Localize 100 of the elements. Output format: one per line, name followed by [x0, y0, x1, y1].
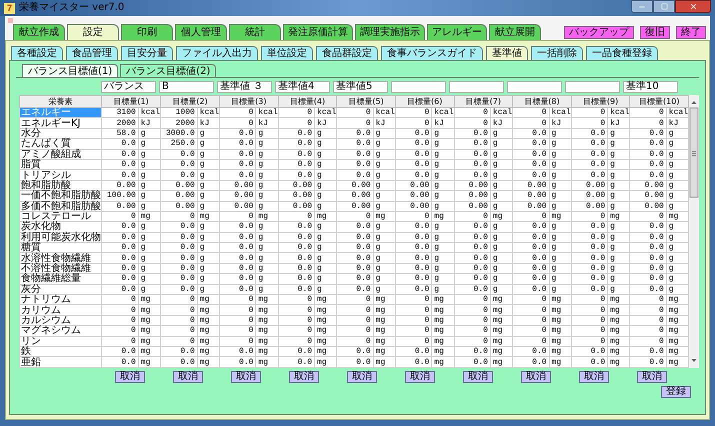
value-cell[interactable]: 0.0 — [278, 149, 315, 160]
value-cell[interactable]: 0.0 — [220, 252, 256, 264]
value-cell[interactable]: 0.0 — [278, 128, 315, 139]
value-cell[interactable]: 0 — [454, 336, 490, 346]
value-cell[interactable]: 0.0 — [160, 232, 198, 243]
value-cell[interactable]: 0 — [454, 118, 490, 128]
value-cell[interactable]: 0.0 — [512, 284, 550, 295]
value-cell[interactable]: 0.0 — [571, 159, 608, 170]
value-cell[interactable]: 0 — [220, 304, 256, 316]
main-tab[interactable]: アレルギー — [427, 24, 487, 40]
value-cell[interactable]: 0 — [630, 294, 666, 305]
value-cell[interactable]: 0.00 — [278, 201, 315, 212]
value-cell[interactable]: 0 — [454, 108, 490, 118]
value-cell[interactable]: 0.0 — [395, 170, 432, 180]
value-cell[interactable]: 0 — [102, 326, 138, 336]
value-cell[interactable]: 0.0 — [336, 274, 374, 284]
nutrient-cell[interactable]: 水分 — [20, 128, 102, 139]
value-cell[interactable]: 0.0 — [512, 138, 550, 150]
value-cell[interactable]: 100.00 — [102, 190, 138, 202]
value-cell[interactable]: 0.00 — [630, 190, 666, 202]
value-cell[interactable]: 0 — [336, 336, 374, 346]
nutrient-cell[interactable]: マグネシウム — [20, 326, 102, 336]
value-cell[interactable]: 0.0 — [278, 170, 315, 180]
value-cell[interactable]: 0 — [512, 315, 550, 326]
value-cell[interactable]: 0.0 — [571, 232, 608, 243]
main-tab[interactable]: 統計 — [229, 24, 281, 40]
value-cell[interactable]: 0.0 — [220, 356, 256, 368]
value-cell[interactable]: 0 — [336, 294, 374, 305]
value-cell[interactable]: 0.0 — [454, 356, 490, 368]
value-cell[interactable]: 0.00 — [454, 180, 490, 191]
cancel-button[interactable]: 取消 — [173, 371, 203, 383]
value-cell[interactable]: 0.0 — [630, 252, 666, 264]
value-cell[interactable]: 0.0 — [512, 274, 550, 284]
value-cell[interactable]: 0.00 — [512, 180, 550, 191]
name-field[interactable]: 基準値4 — [275, 81, 330, 93]
value-cell[interactable]: 0.0 — [102, 252, 138, 264]
value-cell[interactable]: 0.0 — [160, 222, 198, 232]
value-cell[interactable]: 0.0 — [512, 356, 550, 368]
value-cell[interactable]: 0.0 — [454, 274, 490, 284]
value-cell[interactable]: 0.0 — [630, 149, 666, 160]
value-cell[interactable]: 0 — [160, 211, 198, 222]
value-cell[interactable]: 0.00 — [336, 190, 374, 202]
value-cell[interactable]: 0.0 — [571, 170, 608, 180]
value-cell[interactable]: 0 — [512, 294, 550, 305]
value-cell[interactable]: 0.0 — [102, 346, 138, 357]
value-cell[interactable]: 0.0 — [571, 242, 608, 253]
value-cell[interactable]: 0.0 — [160, 274, 198, 284]
value-cell[interactable]: 0.00 — [630, 201, 666, 212]
value-cell[interactable]: 58.0 — [102, 128, 138, 139]
nutrient-cell[interactable]: 多価不飽和脂肪酸 — [20, 201, 102, 212]
value-cell[interactable]: 0.0 — [102, 263, 138, 274]
value-cell[interactable]: 0.0 — [512, 222, 550, 232]
value-cell[interactable]: 0.0 — [630, 356, 666, 368]
maximize-button[interactable] — [653, 0, 675, 13]
main-tab[interactable]: 印刷 — [121, 24, 173, 40]
value-cell[interactable]: 0 — [571, 294, 608, 305]
value-cell[interactable]: 0 — [102, 315, 138, 326]
value-cell[interactable]: 0 — [395, 304, 432, 316]
main-tab[interactable]: 設定 — [67, 24, 119, 40]
value-cell[interactable]: 0 — [630, 336, 666, 346]
value-cell[interactable]: 0 — [160, 315, 198, 326]
value-cell[interactable]: 0.00 — [454, 201, 490, 212]
value-cell[interactable]: 0.00 — [102, 201, 138, 212]
value-cell[interactable]: 0.00 — [512, 201, 550, 212]
value-cell[interactable]: 0 — [395, 118, 432, 128]
value-cell[interactable]: 0.00 — [220, 201, 256, 212]
value-cell[interactable]: 0 — [454, 304, 490, 316]
value-cell[interactable]: 0.0 — [630, 284, 666, 295]
value-cell[interactable]: 0.0 — [336, 263, 374, 274]
value-cell[interactable]: 0.0 — [220, 159, 256, 170]
value-cell[interactable]: 0 — [220, 108, 256, 118]
nutrient-cell[interactable]: コレステロール — [20, 211, 102, 222]
value-cell[interactable]: 0.00 — [160, 190, 198, 202]
value-cell[interactable]: 0.0 — [278, 232, 315, 243]
sub-tab[interactable]: 食品群設定 — [316, 46, 378, 60]
nutrient-cell[interactable]: 糖質 — [20, 242, 102, 253]
nutrient-cell[interactable]: 一価不飽和脂肪酸 — [20, 190, 102, 202]
value-cell[interactable]: 0.0 — [571, 252, 608, 264]
value-cell[interactable]: 0 — [278, 118, 315, 128]
value-cell[interactable]: 0 — [220, 118, 256, 128]
value-cell[interactable]: 0.0 — [102, 149, 138, 160]
value-cell[interactable]: 0.00 — [220, 190, 256, 202]
name-field[interactable]: 基準値 ３ — [217, 81, 272, 93]
nutrient-cell[interactable]: 炭水化物 — [20, 222, 102, 232]
value-cell[interactable]: 0 — [278, 108, 315, 118]
value-cell[interactable]: 0 — [336, 315, 374, 326]
value-cell[interactable]: 0 — [454, 294, 490, 305]
close-button[interactable] — [675, 0, 711, 13]
value-cell[interactable]: 0 — [278, 304, 315, 316]
value-cell[interactable]: 0 — [395, 336, 432, 346]
value-cell[interactable]: 0.00 — [278, 180, 315, 191]
value-cell[interactable]: 0.0 — [454, 128, 490, 139]
value-cell[interactable]: 250.0 — [160, 138, 198, 150]
name-field[interactable]: 基準値5 — [333, 81, 388, 93]
value-cell[interactable]: 0.0 — [220, 170, 256, 180]
value-cell[interactable]: 0 — [336, 211, 374, 222]
nutrient-cell[interactable]: 鉄 — [20, 346, 102, 357]
value-cell[interactable]: 0.0 — [512, 149, 550, 160]
nutrient-cell[interactable]: 飽和脂肪酸 — [20, 180, 102, 191]
value-cell[interactable]: 0 — [395, 211, 432, 222]
